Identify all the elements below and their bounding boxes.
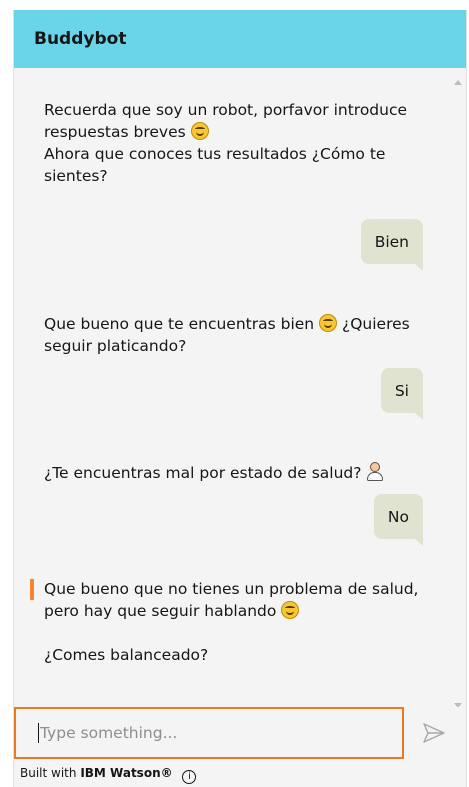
info-icon[interactable]: i xyxy=(182,769,197,784)
composer xyxy=(14,707,466,763)
bot-message: Recuerda que soy un robot, porfavor intr… xyxy=(44,99,424,187)
bot-message: Que bueno que no tienes un problema de s… xyxy=(44,578,424,666)
user-message-text: Bien xyxy=(374,232,409,251)
chat-title: Buddybot xyxy=(34,29,127,49)
text-caret xyxy=(38,723,39,743)
footer-prefix: Built with xyxy=(20,766,77,780)
user-message: Si xyxy=(380,368,424,420)
bot-message-text: ¿Comes balanceado? xyxy=(44,646,209,664)
smiling-face-icon xyxy=(281,601,300,619)
chat-header: Buddybot xyxy=(14,10,466,68)
send-button[interactable] xyxy=(418,719,450,747)
chat-panel: Buddybot Recuerda que soy un robot, porf… xyxy=(13,10,467,787)
bot-message-text: Ahora que conoces tus resultados ¿Cómo t… xyxy=(44,145,386,185)
user-message-text: Si xyxy=(394,381,409,400)
message-list[interactable]: Recuerda que soy un robot, porfavor intr… xyxy=(14,68,450,711)
message-scrollbar[interactable] xyxy=(450,68,466,711)
bot-message: Que bueno que te encuentras bien ¿Quiere… xyxy=(44,313,424,357)
footer-brand: IBM Watson® xyxy=(80,766,173,780)
user-message-text: No xyxy=(387,507,409,526)
user-message: Bien xyxy=(360,219,424,271)
user-message: No xyxy=(373,494,424,546)
bot-message-text: Que bueno que te encuentras bien xyxy=(44,315,315,333)
message-focus-indicator xyxy=(30,579,34,600)
smiling-face-icon xyxy=(319,314,338,332)
message-input-box[interactable] xyxy=(14,707,404,759)
message-input[interactable] xyxy=(40,724,370,742)
smiling-face-icon xyxy=(190,122,209,140)
bot-message-text: ¿Te encuentras mal por estado de salud? xyxy=(44,464,362,482)
footer: Built with IBM Watson® i xyxy=(20,766,197,784)
send-icon xyxy=(423,723,445,743)
bot-message-text: Recuerda que soy un robot, porfavor intr… xyxy=(44,101,408,141)
bot-message-text: Que bueno que no tienes un problema de s… xyxy=(44,580,419,620)
health-worker-icon xyxy=(366,462,384,482)
info-glyph: i xyxy=(188,771,191,782)
scroll-up-arrow-icon[interactable] xyxy=(454,80,462,85)
bot-message: ¿Te encuentras mal por estado de salud? xyxy=(44,462,424,484)
